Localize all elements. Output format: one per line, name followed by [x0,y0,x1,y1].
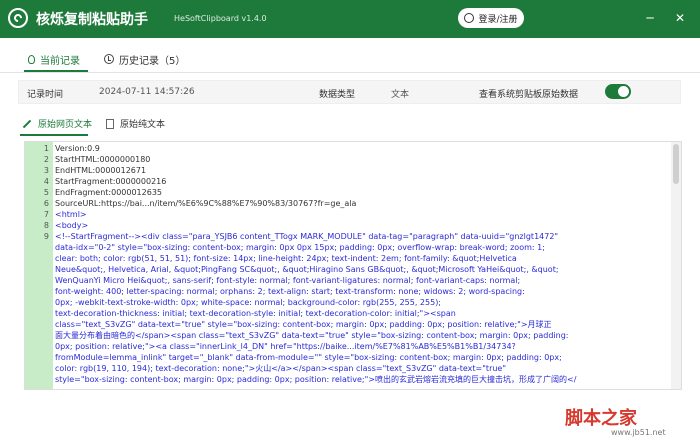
code-text: text-decoration-thickness: initial; text… [55,309,456,318]
tab-current-record[interactable]: 当前记录 [28,48,80,70]
raw-data-toggle[interactable] [605,84,631,99]
code-text: class="text_S3vZG" data-text="true" styl… [55,320,552,329]
subtab-raw-html[interactable]: 原始网页文本 [22,117,92,130]
code-text: data-idx="0-2" style="box-sizing: conten… [55,243,545,252]
code-text: 0px; position: relative;"><a class="inne… [55,342,516,351]
content-subtabs: 原始网页文本 原始纯文本 [18,110,681,138]
code-text: fromModule=lemma_inlink" target="_blank"… [55,353,562,362]
title-bar: 核烁复制粘贴助手 HeSoftClipboard v1.4.0 登录/注册 ─ … [0,0,700,38]
code-line: fromModule=lemma_inlink" target="_blank"… [25,353,671,363]
app-title: 核烁复制粘贴助手 [36,12,148,28]
code-line: 0px; -webkit-text-stroke-width: 0px; whi… [25,298,671,308]
code-text: clear: both; color: rgb(51, 51, 51); fon… [55,254,517,263]
line-number: 9 [43,232,49,241]
code-line: data-idx="0-2" style="box-sizing: conten… [25,243,671,253]
code-text: SourceURL:https://bai...n/item/%E6%9C%88… [55,199,357,208]
code-text: WenQuanYi Micro Hei&quot;, sans-serif; f… [55,276,521,285]
code-line: Neue&quot;, Helvetica, Arial, &quot;Ping… [25,265,671,275]
code-line: 3 EndHTML:0000012671 [25,166,671,176]
line-number: 2 [43,155,49,164]
code-line: 6 SourceURL:https://bai...n/item/%E6%9C%8… [25,199,671,209]
minimize-button[interactable]: ─ [640,8,660,28]
code-text: style="box-sizing: content-box; margin: … [55,375,577,384]
code-line: 5 EndFragment:0000012635 [25,188,671,198]
line-number: 1 [43,144,49,153]
line-number: 6 [43,199,49,208]
code-line: 9 <!--StartFragment--><div class="para_YS… [25,232,671,242]
code-line: 面大量分布着由暗色的</span><span class="text_S3vZG… [25,331,671,341]
code-text: font-weight: 400; letter-spacing: normal… [55,287,525,296]
code-text: 0px; -webkit-text-stroke-width: 0px; whi… [55,298,442,307]
code-text: StartFragment:0000000216 [55,177,167,186]
pencil-icon [22,119,32,128]
code-text: Neue&quot;, Helvetica, Arial, &quot;Ping… [55,265,559,274]
user-icon [464,13,475,23]
scrollbar-thumb[interactable] [673,144,679,184]
code-line: 1 Version:0.9 [25,144,671,154]
vertical-scrollbar[interactable] [671,142,681,389]
code-text: EndFragment:0000012635 [55,188,163,197]
tab-current-label: 当前记录 [40,55,80,67]
close-button[interactable]: ✕ [670,8,690,28]
watermark-sub: www.jb51.net [611,428,666,437]
clock-icon [104,54,114,64]
subtab-raw-html-label: 原始网页文本 [38,120,93,130]
code-line: color: rgb(19, 110, 194); text-decoratio… [25,364,671,374]
app-version: HeSoftClipboard v1.4.0 [174,14,267,23]
record-time-label: 记录时间 [27,90,64,100]
code-text: EndHTML:0000012671 [55,166,147,175]
code-line: 0px; position: relative;"><a class="inne… [25,342,671,352]
line-number: 7 [43,210,49,219]
line-number: 5 [43,188,49,197]
document-icon [106,118,114,129]
raw-data-toggle-label: 查看系统剪贴板原始数据 [479,90,579,100]
code-line: WenQuanYi Micro Hei&quot;, sans-serif; f… [25,276,671,286]
record-time-value: 2024-07-11 14:57:26 [99,87,195,97]
subtab-plain-text-label: 原始纯文本 [120,120,166,130]
data-type-label: 数据类型 [319,90,356,100]
line-number: 3 [43,166,49,175]
code-text: <html> [55,210,87,219]
tab-history[interactable]: 历史记录（5） [104,48,185,70]
code-editor[interactable]: 1 Version:0.9 2 StartHTML:0000000180 3 EndHTM… [24,141,682,390]
subtab-plain-text[interactable]: 原始纯文本 [106,117,165,130]
active-tab-indicator [24,70,88,72]
code-line: class="text_S3vZG" data-text="true" styl… [25,320,671,330]
code-text: StartHTML:0000000180 [55,155,151,164]
data-type-value: 文本 [391,90,410,100]
main-tabs: 当前记录 历史记录（5） [0,44,700,73]
code-line: style="box-sizing: content-box; margin: … [25,375,671,385]
active-subtab-indicator [20,134,88,136]
code-line: 7 <html> [25,210,671,220]
code-line: 4 StartFragment:0000000216 [25,177,671,187]
record-info-bar: 记录时间 2024-07-11 14:57:26 数据类型 文本 查看系统剪贴板… [18,80,681,104]
code-text: <body> [55,221,89,230]
code-text: color: rgb(19, 110, 194); text-decoratio… [55,364,507,373]
code-text: 面大量分布着由暗色的</span><span class="text_S3vZG… [55,331,569,340]
watermark-main: 脚本之家 [565,408,637,429]
bulb-icon [28,54,35,64]
line-number: 4 [43,177,49,186]
tab-history-label: 历史记录（5） [119,55,186,67]
toggle-knob [618,86,629,97]
code-text: <!--StartFragment--><div class="para_YSJ… [55,232,559,241]
code-line: 2 StartHTML:0000000180 [25,155,671,165]
code-line: clear: both; color: rgb(51, 51, 51); fon… [25,254,671,264]
watermark-logo: 脚本之家 www.jb51.net [565,404,693,438]
code-text: Version:0.9 [55,144,100,153]
code-line: font-weight: 400; letter-spacing: normal… [25,287,671,297]
app-logo-icon [8,8,28,28]
login-label: 登录/注册 [478,14,518,25]
line-number: 8 [43,221,49,230]
code-line: text-decoration-thickness: initial; text… [25,309,671,319]
login-button[interactable]: 登录/注册 [458,8,524,28]
code-line: 8 <body> [25,221,671,231]
